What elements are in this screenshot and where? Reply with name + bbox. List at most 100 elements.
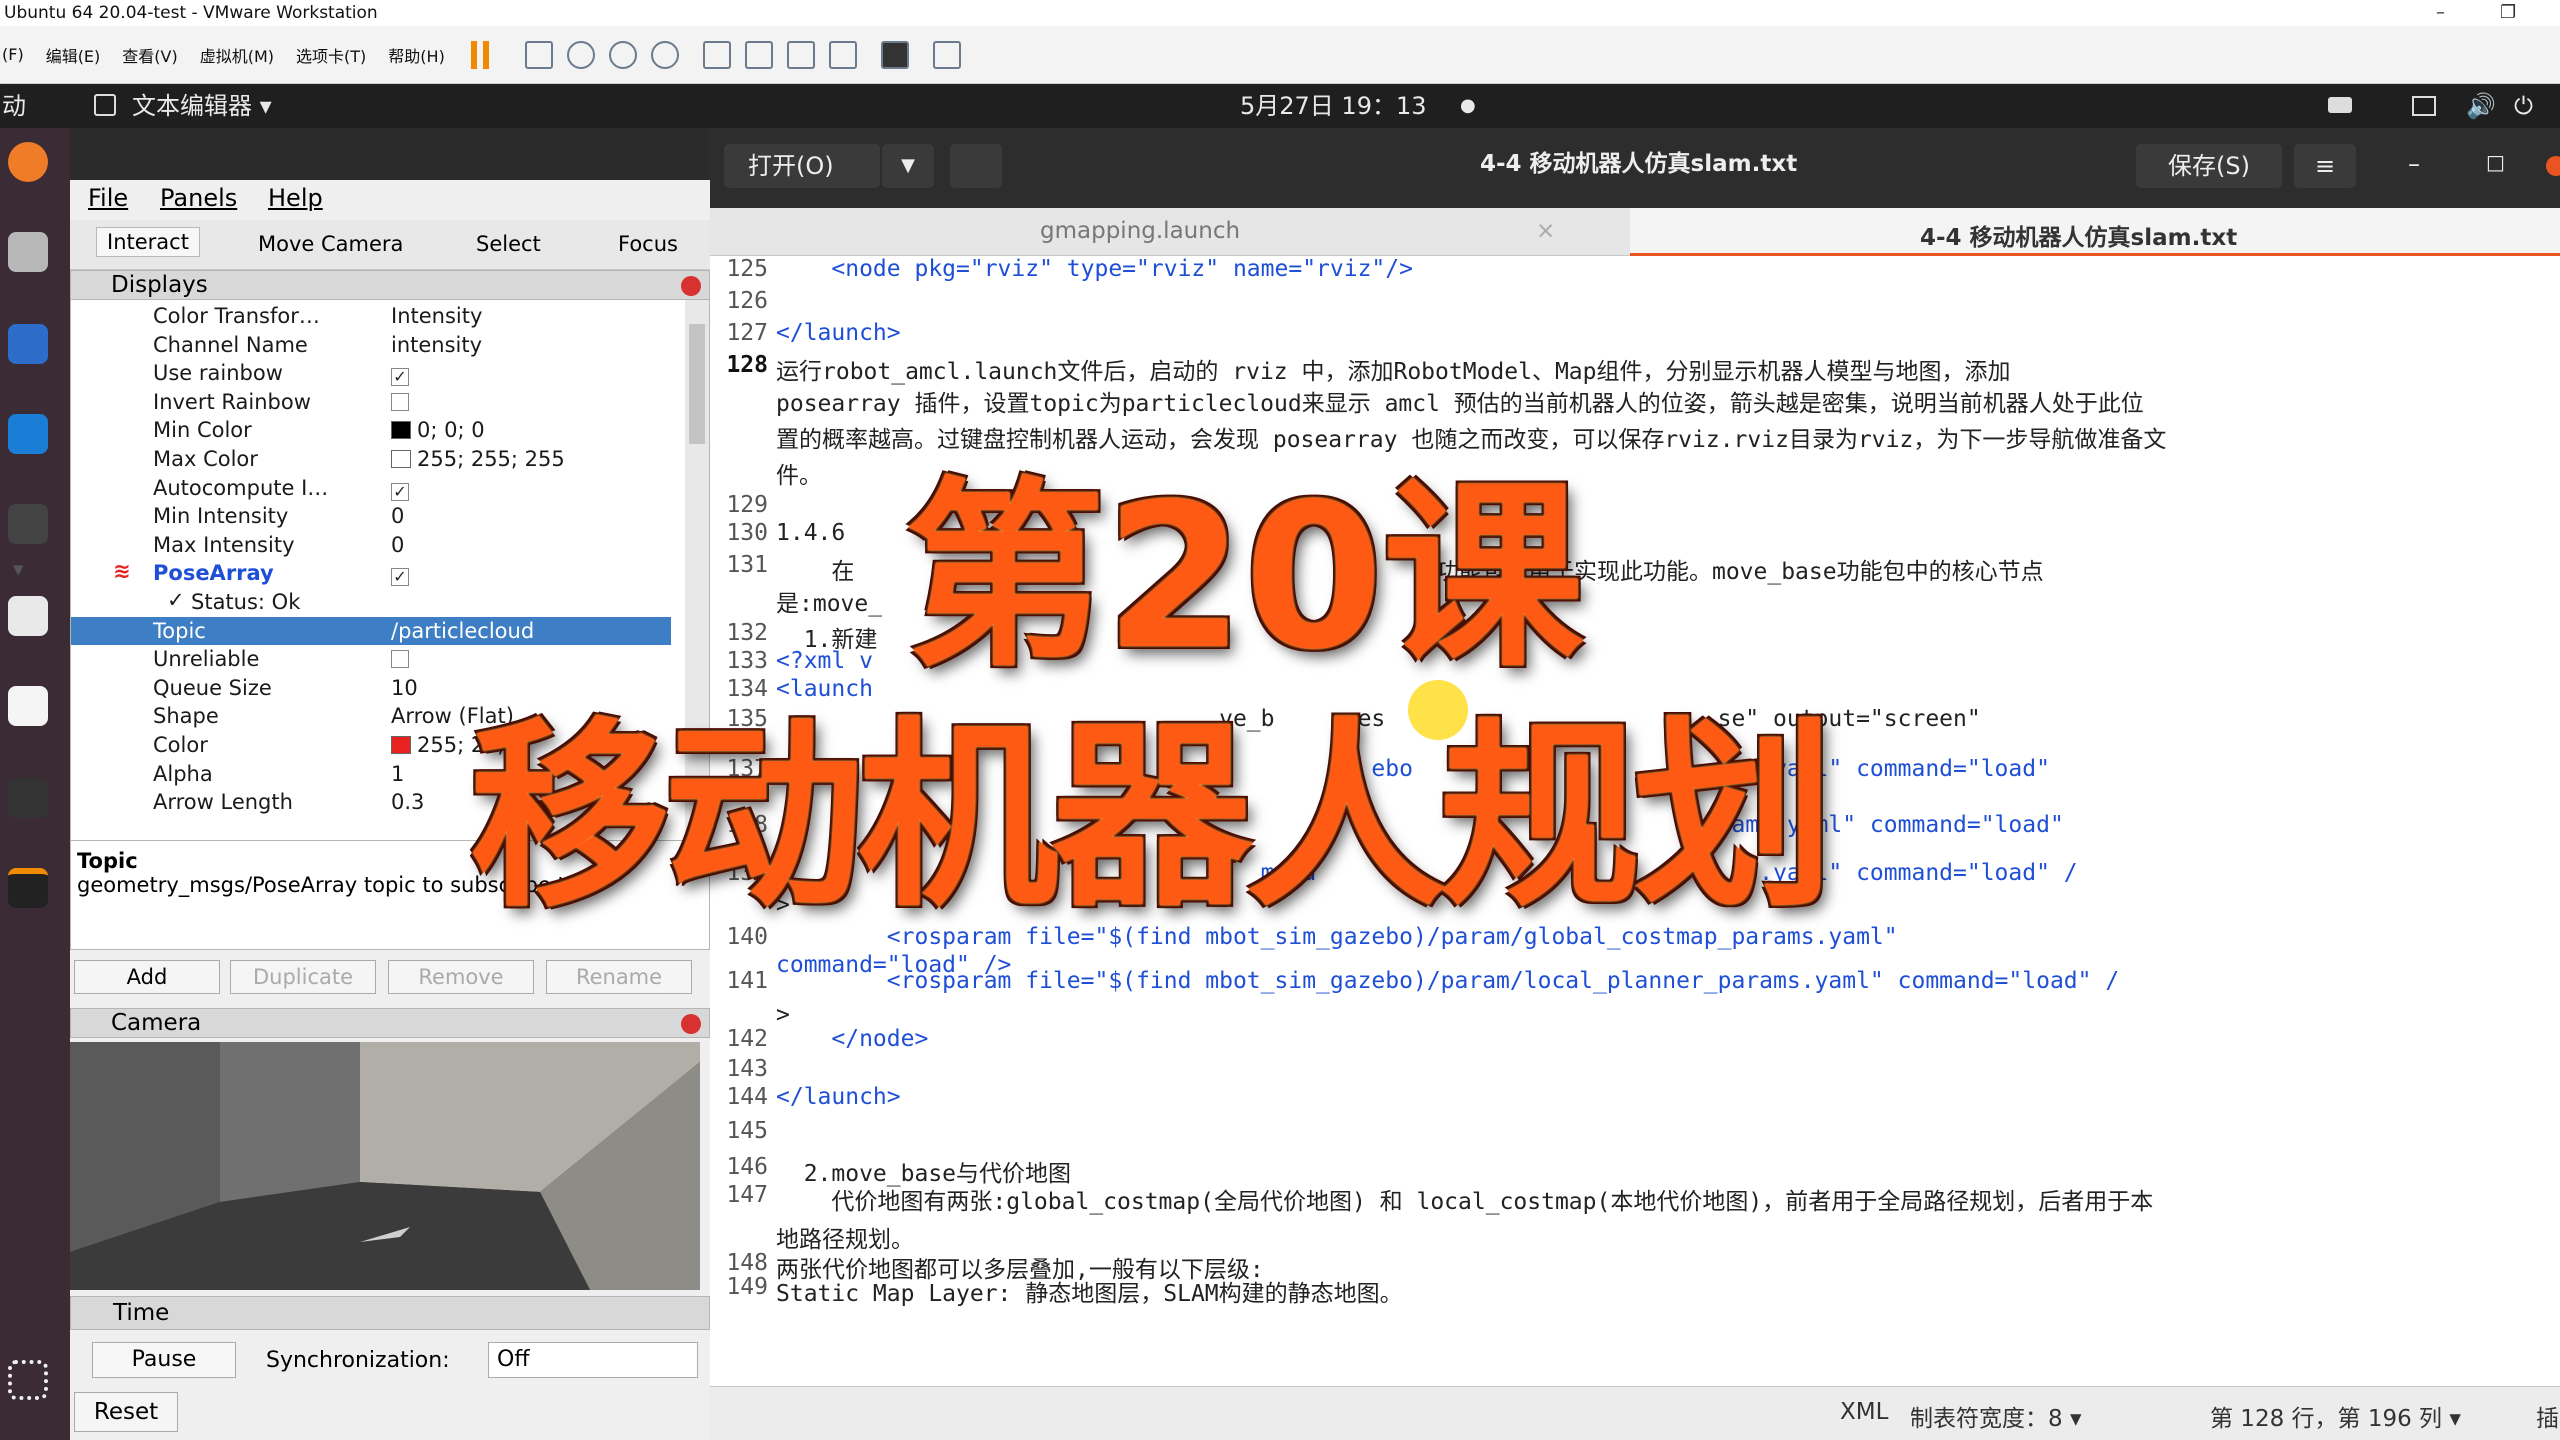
code-line[interactable]: <node pkg="rviz" type="rviz" name="rviz"… [776,256,1413,282]
insert-mode[interactable]: 插 [2536,1399,2559,1433]
rviz-menu-help[interactable]: Help [268,184,323,212]
power-icon[interactable]: ⏻ [2514,84,2533,128]
app-menu[interactable]: 文本编辑器 ▾ [132,84,272,128]
firefox-icon[interactable] [8,142,48,182]
sublime-icon[interactable] [8,868,48,908]
interact-tool[interactable]: Interact [96,227,200,257]
maximize-icon[interactable]: □ [2486,150,2505,174]
code-line[interactable]: <rosparam file="$(find mbot_sim_gazebo)/… [776,968,2119,994]
move-camera-tool[interactable]: Move Camera [258,232,403,256]
menu-file[interactable]: (F) [2,45,24,64]
files-icon[interactable] [8,232,48,272]
display-row-value[interactable]: Intensity [391,304,482,328]
expand-arrow-icon[interactable]: ▾ [13,557,24,581]
volume-icon[interactable]: 🔊 [2466,84,2496,128]
minimize-icon[interactable]: – [2408,150,2420,178]
writer-icon[interactable] [8,324,48,364]
code-line[interactable]: <?xml v [776,648,873,674]
add-button[interactable]: Add [74,960,220,994]
clock[interactable]: 5月27日 19：13 [1240,84,1427,128]
checkbox[interactable] [391,647,409,671]
fullscreen-icon[interactable] [786,40,815,69]
activities-button[interactable]: 动 [2,84,26,128]
display-row-value[interactable]: 0 [391,533,404,557]
code-line[interactable]: 1.4.6 [776,520,859,546]
camera-close-icon[interactable] [681,1014,701,1034]
rviz-icon[interactable] [8,778,48,818]
pause-icon[interactable] [470,40,489,69]
display-row[interactable]: Autocompute I… ✓ [71,474,671,503]
display-row[interactable]: Topic/particlecloud [71,616,671,646]
keyboard-icon[interactable] [2328,97,2352,113]
code-line[interactable]: 地路径规划。 [776,1220,914,1254]
vscode-icon[interactable] [8,414,48,454]
stretch-icon[interactable] [932,40,961,69]
thumbnail-icon[interactable] [744,40,773,69]
open-button[interactable]: 打开(O) [724,144,880,188]
camera-view[interactable] [70,1042,700,1290]
code-line[interactable]: 代价地图有两张:global_costmap(全局代价地图) 和 local_c… [776,1182,2153,1216]
display-row[interactable]: Max Color 255; 255; 255 [71,445,671,474]
code-line[interactable]: Static Map Layer: 静态地图层，SLAM构建的静态地图。 [776,1274,1403,1308]
new-tab-icon[interactable] [950,144,1002,188]
display-row-value[interactable]: intensity [391,333,482,357]
hamburger-menu-icon[interactable]: ≡ [2294,144,2356,188]
code-line[interactable]: <launch [776,676,873,702]
display-row[interactable]: ✓ Status: Ok [71,588,671,617]
display-row-value[interactable]: 0 [391,504,404,528]
display-row[interactable]: Min Color 0; 0; 0 [71,416,671,445]
typora-icon[interactable] [8,596,48,636]
display-row-value[interactable]: 0; 0; 0 [391,418,485,442]
revert-snapshot-icon[interactable] [608,40,637,69]
display-row[interactable]: Max Intensity 0 [71,531,671,560]
menu-help[interactable]: 帮助(H) [388,43,445,67]
menu-view[interactable]: 查看(V) [122,43,177,67]
menu-vm[interactable]: 虚拟机(M) [200,43,274,67]
rviz-menu-panels[interactable]: Panels [160,184,237,212]
reset-button[interactable]: Reset [74,1392,178,1432]
code-line[interactable]: 是:move_ [776,584,882,618]
code-line[interactable]: 置的概率越高。过键盘控制机器人运动，会发现 posearray 也随之而改变，可… [776,420,2166,454]
menu-tabs[interactable]: 选项卡(T) [296,43,366,67]
display-row[interactable]: Channel Name intensity [71,331,671,360]
send-keys-icon[interactable] [524,40,553,69]
network-icon[interactable] [2412,96,2436,116]
open-dropdown-icon[interactable]: ▼ [882,144,934,188]
display-row[interactable]: Color Transfor… Intensity [71,302,671,331]
pause-button[interactable]: Pause [92,1342,236,1378]
display-row[interactable]: ▾ ≋ PoseArray ✓ [13,557,671,588]
select-tool[interactable]: Select [476,232,541,256]
cursor-position[interactable]: 第 128 行，第 196 列 ▾ [2210,1399,2461,1433]
display-row[interactable]: Invert Rainbow [71,388,671,417]
close-icon[interactable] [681,276,701,296]
tab-width-select[interactable]: 制表符宽度：8 ▾ [1910,1399,2082,1433]
library-icon[interactable] [702,40,731,69]
display-row-value[interactable]: /particlecloud [391,619,534,643]
tab-active[interactable]: 4-4 移动机器人仿真slam.txt [1920,218,2237,252]
checkbox[interactable] [391,390,409,414]
menu-edit[interactable]: 编辑(E) [46,43,101,67]
save-button[interactable]: 保存(S) [2136,144,2282,188]
display-row[interactable]: Use rainbow ✓ [71,359,671,388]
app-grid-icon[interactable] [8,1360,48,1400]
rviz-menu-file[interactable]: File [88,184,128,212]
display-row[interactable]: Min Intensity 0 [71,502,671,531]
display-row[interactable]: Unreliable [71,645,671,674]
sync-select[interactable]: Off [488,1342,698,1378]
checkbox[interactable]: ✓ [391,476,409,501]
restore-button[interactable]: ❐ [2500,0,2516,26]
minimize-button[interactable]: – [2436,0,2445,26]
code-line[interactable]: </launch> [776,320,901,346]
console-icon[interactable] [880,40,909,69]
code-line[interactable]: posearray 插件，设置topic为particlecloud来显示 am… [776,384,2144,418]
display-row-value[interactable]: 10 [391,676,418,700]
code-line[interactable]: </launch> [776,1084,901,1110]
tab-close-icon[interactable]: × [1536,218,1555,244]
remove-button[interactable]: Remove [388,960,534,994]
snapshot-icon[interactable] [566,40,595,69]
terminal-icon[interactable] [8,504,48,544]
duplicate-button[interactable]: Duplicate [230,960,376,994]
focus-tool[interactable]: Focus [618,232,678,256]
code-line[interactable]: 运行robot_amcl.launch文件后，启动的 rviz 中，添加Robo… [776,352,2011,386]
display-row-value[interactable]: 255; 255; 255 [391,447,565,471]
